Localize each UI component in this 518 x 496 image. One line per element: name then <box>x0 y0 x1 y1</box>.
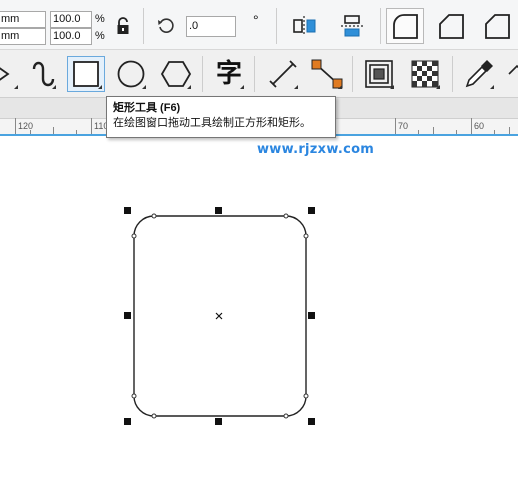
flyout-indicator <box>294 85 298 89</box>
separator <box>452 56 453 92</box>
flyout-indicator <box>142 85 146 89</box>
corner-nodes <box>131 213 309 419</box>
ruler-tick <box>395 118 396 134</box>
ruler-tick <box>494 130 495 134</box>
connector-tool-button[interactable] <box>310 57 344 91</box>
separator <box>143 8 144 44</box>
scallop-corner-button[interactable] <box>478 8 516 44</box>
scale-y-percent: % <box>95 30 105 42</box>
polygon-icon <box>161 61 191 87</box>
scallop-corner-icon <box>485 14 510 39</box>
separator <box>352 56 353 92</box>
flyout-indicator <box>390 85 394 89</box>
ellipse-tool-button[interactable] <box>114 57 148 91</box>
height-field[interactable]: mm <box>0 28 46 45</box>
flyout-indicator <box>14 85 18 89</box>
flyout-indicator <box>240 85 244 89</box>
separator <box>202 56 203 92</box>
ruler-tick <box>471 118 472 134</box>
rotation-value: .0 <box>189 20 199 32</box>
round-corner-button[interactable] <box>386 8 424 44</box>
lock-ratio-button[interactable] <box>108 10 138 42</box>
chamfer-corner-button[interactable] <box>432 8 470 44</box>
tooltip-description: 在绘图窗口拖动工具绘制正方形和矩形。 <box>113 117 311 129</box>
rounded-rectangle <box>133 215 307 417</box>
flyout-indicator <box>338 85 342 89</box>
separator <box>380 8 381 44</box>
flyout-indicator <box>187 85 191 89</box>
mirror-horizontal-button[interactable] <box>288 9 322 43</box>
center-marker <box>215 312 223 320</box>
ruler-label-60: 60 <box>474 121 485 131</box>
freehand-tool-button[interactable] <box>24 57 58 91</box>
round-corner-icon <box>393 14 418 39</box>
scale-x-field[interactable]: 100.0 <box>50 11 92 28</box>
separator <box>254 56 255 92</box>
flyout-indicator <box>52 85 56 89</box>
tooltip-title: 矩形工具 (F6) <box>113 102 181 114</box>
text-tool-button[interactable]: 字 <box>212 57 246 91</box>
polygon-tool-button[interactable] <box>159 57 193 91</box>
height-unit: mm <box>1 30 20 42</box>
shape-node-icon <box>0 67 10 81</box>
separator <box>276 8 277 44</box>
contour-tool-button[interactable] <box>362 57 396 91</box>
scale-y-field[interactable]: 100.0 <box>50 28 92 45</box>
mirror-vertical-button[interactable] <box>336 9 370 43</box>
text-icon: 字 <box>215 59 242 89</box>
rectangle-tool-button[interactable] <box>67 56 105 92</box>
ruler-label-70: 70 <box>398 121 409 131</box>
ruler-tick <box>76 130 77 134</box>
scale-y-value: 100.0 <box>53 30 81 42</box>
property-bar: mm mm 100.0 100.0 % % .0 ° <box>0 0 518 50</box>
degree-symbol: ° <box>253 12 259 28</box>
ruler-tick <box>418 130 419 134</box>
curve-icon <box>32 61 55 87</box>
ruler-tick <box>15 118 16 134</box>
width-field[interactable]: mm <box>0 11 46 28</box>
site-watermark: www.rjzxw.com <box>257 142 375 157</box>
drawing-canvas[interactable] <box>0 138 518 496</box>
dimension-tool-button[interactable] <box>266 57 300 91</box>
ruler-tick <box>30 130 31 134</box>
transparency-tool-button[interactable] <box>408 57 442 91</box>
flyout-indicator <box>98 85 102 89</box>
rectangle-tool-tooltip: 矩形工具 (F6) 在绘图窗口拖动工具绘制正方形和矩形。 <box>106 96 336 138</box>
rotate-icon <box>158 18 174 33</box>
rectangle-icon <box>73 61 99 87</box>
rotate-button[interactable] <box>150 10 182 42</box>
flyout-indicator <box>436 85 440 89</box>
rotation-field[interactable]: .0 <box>186 16 236 37</box>
toolbox: 字 <box>0 50 518 98</box>
ruler-tick <box>509 127 510 134</box>
width-unit: mm <box>1 13 20 25</box>
fill-tool-button[interactable] <box>504 57 518 91</box>
chamfer-corner-icon <box>439 14 464 39</box>
lock-icon <box>117 17 129 34</box>
fill-icon <box>508 64 518 75</box>
canvas-drawing <box>124 207 315 425</box>
scale-x-value: 100.0 <box>53 13 81 25</box>
eyedropper-tool-button[interactable] <box>462 57 496 91</box>
scale-x-percent: % <box>95 13 105 25</box>
ruler-tick <box>53 127 54 134</box>
flyout-indicator <box>490 85 494 89</box>
mirror-vertical-icon <box>341 15 365 37</box>
ruler-tick <box>91 118 92 134</box>
ruler-tick <box>433 127 434 134</box>
shape-tool-button[interactable] <box>0 57 20 91</box>
ruler-tick <box>456 130 457 134</box>
mirror-horizontal-icon <box>293 16 316 36</box>
